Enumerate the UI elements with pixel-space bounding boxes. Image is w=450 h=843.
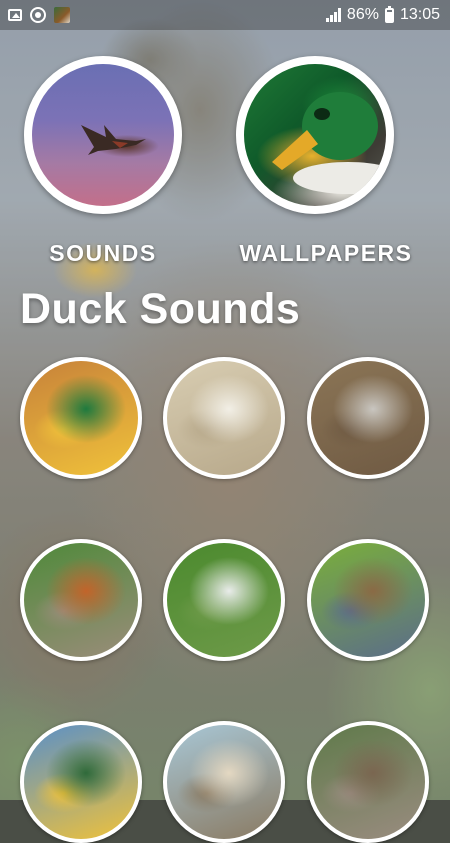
status-bar: 86% 13:05 — [0, 0, 450, 30]
gallery-icon — [8, 9, 22, 21]
flying-duck-icon — [81, 125, 146, 155]
battery-percent: 86% — [346, 6, 379, 23]
sound-item-ducklings-on-water[interactable] — [163, 721, 285, 843]
wallpapers-label: WALLPAPERS — [239, 240, 413, 266]
signal-icon — [325, 8, 341, 22]
sound-item-ducks-on-rocks[interactable] — [307, 721, 429, 843]
sound-item-duck-on-blue-sky[interactable] — [20, 721, 142, 843]
sound-item-white-duck-face[interactable] — [163, 539, 285, 661]
sounds-label: SOUNDS — [49, 240, 157, 266]
clock: 13:05 — [399, 6, 440, 23]
sounds-button[interactable] — [24, 56, 182, 214]
wallpapers-button[interactable] — [236, 56, 394, 214]
sound-item-female-mallard-in-grass[interactable] — [307, 539, 429, 661]
sound-item-group-of-ducks-in-water[interactable] — [307, 357, 429, 479]
battery-icon — [384, 5, 394, 23]
sync-icon — [30, 7, 46, 23]
mallard-head-icon — [272, 92, 386, 194]
sound-item-white-swan-on-water[interactable] — [163, 357, 285, 479]
sound-item-ruddy-shelduck-on-grass[interactable] — [20, 539, 142, 661]
section-title: Duck Sounds — [20, 285, 301, 333]
sound-item-mallard-drake-on-sand[interactable] — [20, 357, 142, 479]
app-thumbnail-icon — [54, 7, 70, 23]
